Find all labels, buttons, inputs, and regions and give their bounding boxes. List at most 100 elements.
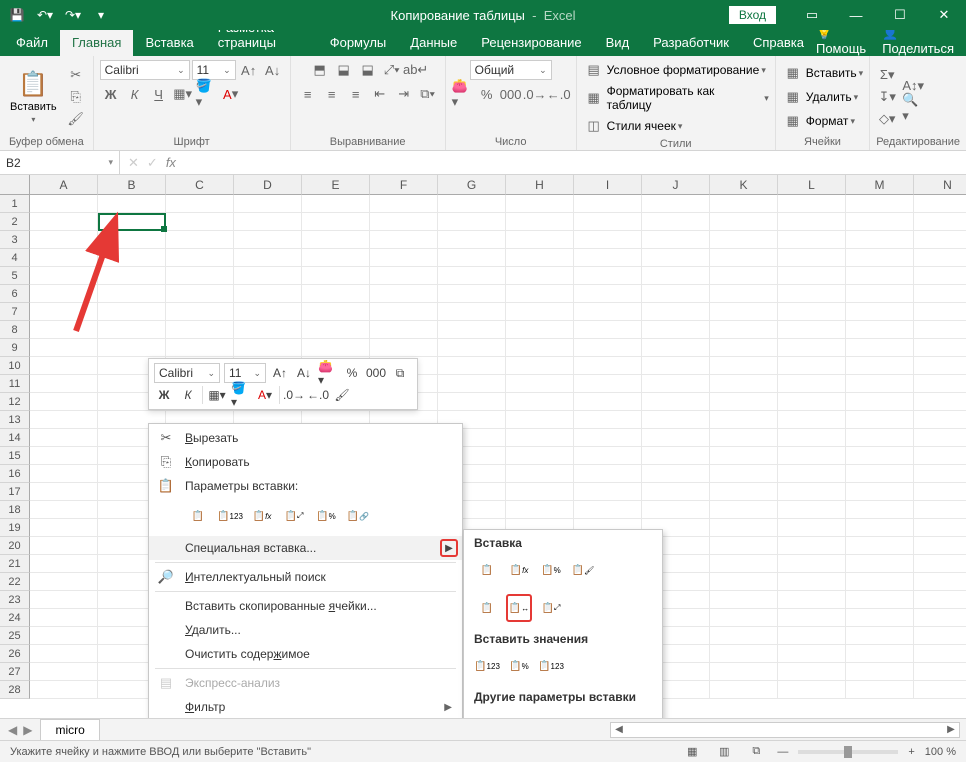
undo-icon[interactable]: ↶▾ [34, 4, 56, 26]
cell[interactable] [98, 267, 166, 285]
horizontal-scrollbar[interactable]: ◀ ▶ [610, 722, 960, 738]
cell[interactable] [574, 429, 642, 447]
column-header[interactable]: B [98, 175, 166, 195]
tab-view[interactable]: Вид [594, 30, 642, 56]
cell[interactable] [506, 465, 574, 483]
confirm-entry-icon[interactable]: ✓ [147, 155, 158, 171]
mt-accounting-icon[interactable]: 👛▾ [318, 363, 338, 383]
ctx-smart-lookup[interactable]: 🔎Интеллектуальный поиск [149, 565, 462, 589]
cell[interactable] [574, 357, 642, 375]
cell[interactable] [846, 483, 914, 501]
sub-other-formatting-icon[interactable]: 📋% [474, 710, 500, 718]
sheet-nav-next-icon[interactable]: ▶ [23, 723, 32, 737]
mt-merge-icon[interactable]: ⧉ [390, 363, 410, 383]
cells-format-button[interactable]: ▦Формат▾ [782, 111, 863, 131]
cell[interactable] [506, 231, 574, 249]
cells-delete-button[interactable]: ▦Удалить▾ [782, 87, 863, 107]
cell[interactable] [914, 663, 966, 681]
cell[interactable] [710, 249, 778, 267]
row-header[interactable]: 10 [0, 357, 30, 375]
ctx-insert-copied[interactable]: Вставить скопированные ячейки... [149, 594, 462, 618]
cell[interactable] [914, 465, 966, 483]
zoom-level[interactable]: 100 % [925, 746, 956, 758]
cell[interactable] [914, 501, 966, 519]
tab-review[interactable]: Рецензирование [469, 30, 593, 56]
cell[interactable] [914, 573, 966, 591]
cell[interactable] [914, 609, 966, 627]
cell[interactable] [438, 267, 506, 285]
sub-paste-formulas-numfmt-icon[interactable]: 📋% [538, 556, 564, 584]
paste-values-icon[interactable]: 📋123 [217, 502, 243, 530]
view-pagebreak-icon[interactable]: ⧉ [745, 743, 767, 761]
cell[interactable] [642, 303, 710, 321]
cell[interactable] [710, 537, 778, 555]
zoom-out-icon[interactable]: ― [777, 746, 788, 758]
cell[interactable] [710, 681, 778, 699]
column-header[interactable]: F [370, 175, 438, 195]
wrap-text-icon[interactable]: ab↵ [405, 60, 427, 80]
align-left-icon[interactable]: ≡ [297, 84, 319, 104]
cell[interactable] [234, 303, 302, 321]
cell[interactable] [302, 249, 370, 267]
column-header[interactable]: E [302, 175, 370, 195]
sheet-tab-1[interactable]: micro [40, 719, 99, 740]
row-header[interactable]: 2 [0, 213, 30, 231]
paste-all-icon[interactable]: 📋 [185, 502, 211, 530]
mt-size-combo[interactable]: 11⌄ [224, 363, 266, 383]
tab-file[interactable]: Файл [4, 30, 60, 56]
cell[interactable] [438, 375, 506, 393]
cell[interactable] [98, 195, 166, 213]
cell[interactable] [574, 501, 642, 519]
cell[interactable] [846, 681, 914, 699]
tab-data[interactable]: Данные [398, 30, 469, 56]
cell[interactable] [30, 267, 98, 285]
cell[interactable] [846, 501, 914, 519]
cell[interactable] [574, 393, 642, 411]
cell[interactable] [642, 393, 710, 411]
cell[interactable] [778, 375, 846, 393]
cell[interactable] [302, 285, 370, 303]
cell[interactable] [30, 627, 98, 645]
cell[interactable] [642, 483, 710, 501]
ctx-filter[interactable]: Фильтр▶ [149, 695, 462, 718]
qat-more-icon[interactable]: ▾ [90, 4, 112, 26]
cell[interactable] [438, 303, 506, 321]
cell[interactable] [574, 213, 642, 231]
cell[interactable] [710, 501, 778, 519]
hscroll-right-icon[interactable]: ▶ [943, 724, 959, 735]
cell[interactable] [642, 339, 710, 357]
cell[interactable] [370, 231, 438, 249]
cell[interactable] [914, 285, 966, 303]
format-painter-icon[interactable]: 🖌 [65, 109, 87, 129]
cell[interactable] [778, 213, 846, 231]
tab-insert[interactable]: Вставка [133, 30, 205, 56]
row-header[interactable]: 19 [0, 519, 30, 537]
cell[interactable] [30, 195, 98, 213]
align-right-icon[interactable]: ≡ [345, 84, 367, 104]
font-size-combo[interactable]: 11⌄ [192, 60, 236, 80]
cell[interactable] [710, 357, 778, 375]
cell[interactable] [642, 321, 710, 339]
zoom-in-icon[interactable]: + [908, 746, 914, 758]
cell[interactable] [846, 465, 914, 483]
cell[interactable] [30, 393, 98, 411]
cell[interactable] [642, 429, 710, 447]
cell[interactable] [506, 303, 574, 321]
row-header[interactable]: 1 [0, 195, 30, 213]
align-center-icon[interactable]: ≡ [321, 84, 343, 104]
cell[interactable] [846, 411, 914, 429]
close-icon[interactable]: ✕ [922, 0, 966, 30]
ctx-delete[interactable]: Удалить... [149, 618, 462, 642]
sub-paste-keep-col-width-icon[interactable]: 📋↔ [506, 594, 532, 622]
cell[interactable] [846, 393, 914, 411]
cell[interactable] [846, 573, 914, 591]
cell[interactable] [710, 663, 778, 681]
row-header[interactable]: 9 [0, 339, 30, 357]
cell[interactable] [642, 375, 710, 393]
cell[interactable] [846, 555, 914, 573]
cell[interactable] [30, 645, 98, 663]
cell[interactable] [302, 321, 370, 339]
align-middle-icon[interactable]: ⬓ [333, 60, 355, 80]
column-header[interactable]: H [506, 175, 574, 195]
borders-icon[interactable]: ▦▾ [172, 84, 194, 104]
